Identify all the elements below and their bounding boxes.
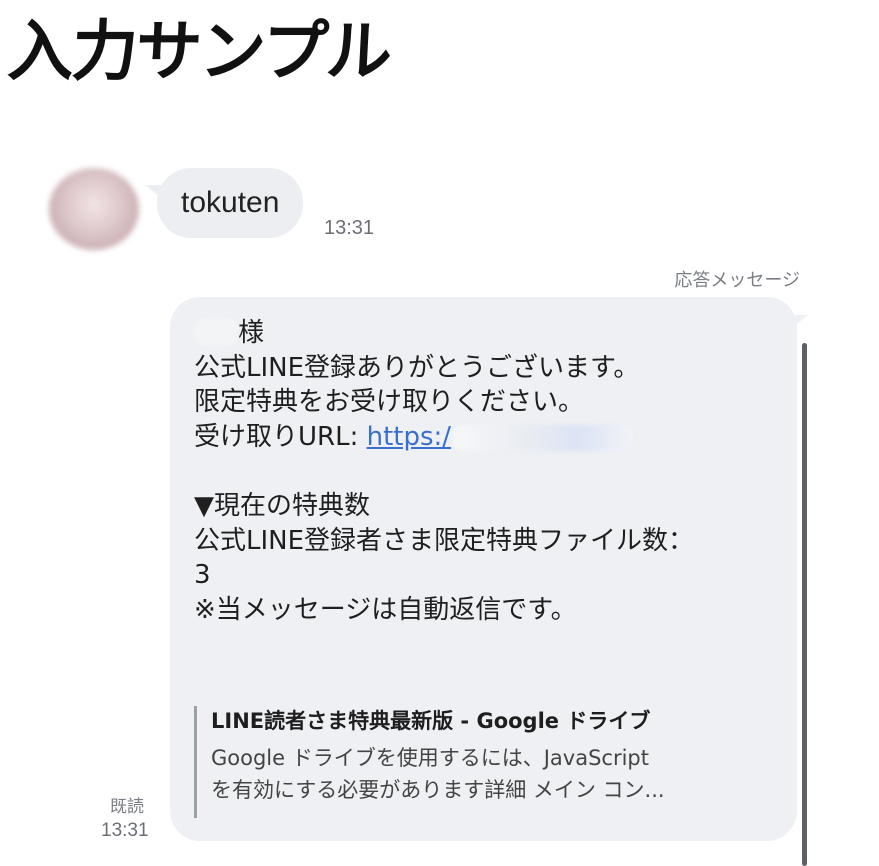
link-preview-card[interactable]: LINE読者さま特典最新版 - Google ドライブ Google ドライブを… (194, 706, 764, 818)
scrollbar[interactable] (802, 343, 807, 866)
incoming-message-text: tokuten (181, 186, 280, 219)
message-line: 公式LINE登録者さま限定特典ファイル数： (194, 525, 695, 556)
link-preview-title: LINE読者さま特典最新版 - Google ドライブ (211, 709, 651, 733)
message-line: ※当メッセージは自動返信です。 (194, 594, 577, 625)
incoming-message-bubble[interactable]: tokuten (157, 168, 304, 238)
chat-screen: 入力サンプル tokuten 13:31 応答メッセージ 様 公式LINE登録あ… (0, 0, 879, 866)
auto-reply-label: 応答メッセージ (674, 270, 800, 291)
auto-reply-time: 13:31 (101, 820, 149, 841)
auto-reply-text: 様 公式LINE登録ありがとうございます。 限定特典をお受け取りください。 受け… (194, 316, 779, 627)
message-line: 限定特典をお受け取りください。 (194, 387, 585, 418)
link-preview-description: Google ドライブを使用するには、JavaScript を有効にする必要があ… (211, 746, 665, 802)
message-line: ▼現在の特典数 (194, 490, 370, 521)
auto-reply-bubble-tail (788, 315, 808, 331)
greeting-line: 様 (194, 316, 779, 351)
url-line: 受け取りURL: https:/ (194, 420, 779, 455)
blurred-name (194, 319, 238, 345)
incoming-message-time: 13:31 (324, 217, 375, 239)
message-line: 公式LINE登録ありがとうございます。 (194, 352, 640, 383)
read-receipt: 既読 (110, 797, 144, 817)
download-url-link[interactable]: https:/ (367, 422, 634, 452)
page-title: 入力サンプル (5, 12, 393, 90)
blurred-url (453, 424, 634, 451)
sender-avatar[interactable] (49, 168, 139, 250)
file-count-value: 3 (194, 560, 211, 591)
